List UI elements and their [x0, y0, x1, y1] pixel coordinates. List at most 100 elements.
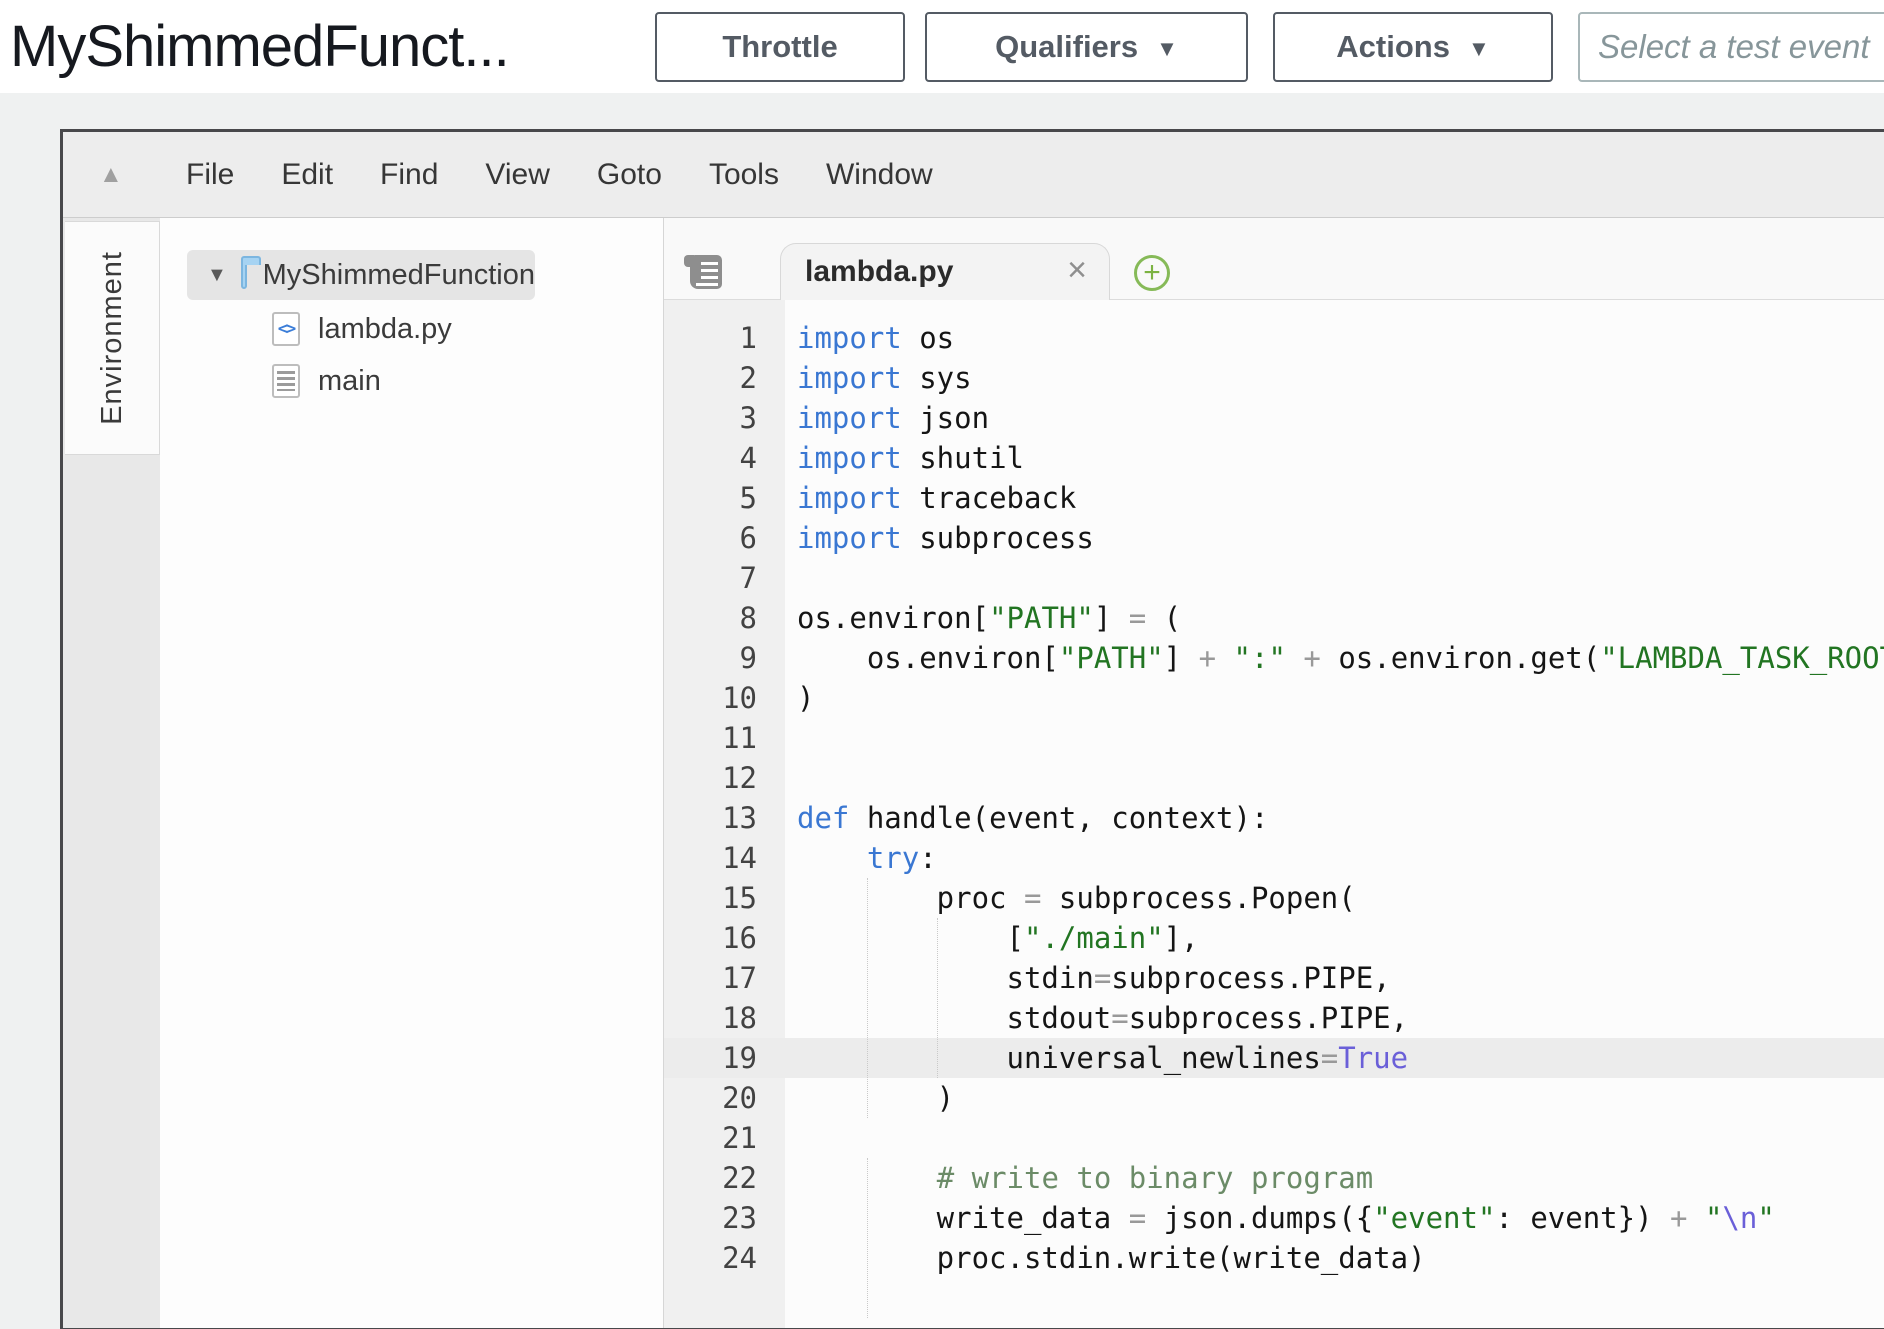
function-title: MyShimmedFunct... — [10, 0, 509, 93]
code-line: 6 import subprocess — [664, 518, 1884, 558]
actions-button[interactable]: Actions ▼ — [1273, 12, 1553, 82]
code-line: 22 # write to binary program — [664, 1158, 1884, 1198]
line-number[interactable]: 23 — [664, 1198, 757, 1238]
tree-item-label: lambda.py — [318, 313, 452, 346]
tab-list-icon[interactable] — [690, 255, 722, 289]
chevron-down-icon: ▼ — [1468, 36, 1490, 62]
qualifiers-button[interactable]: Qualifiers ▼ — [925, 12, 1248, 82]
line-content: # write to binary program — [797, 1158, 1373, 1198]
line-content: universal_newlines=True — [797, 1038, 1408, 1078]
menu-items: File Edit Find View Goto Tools Window — [63, 158, 933, 192]
menu-tools[interactable]: Tools — [709, 158, 779, 192]
function-header: MyShimmedFunct... Throttle Qualifiers ▼ … — [0, 0, 1884, 93]
code-line: 2 import sys — [664, 358, 1884, 398]
throttle-button[interactable]: Throttle — [655, 12, 905, 82]
menu-find[interactable]: Find — [380, 158, 438, 192]
indent-guide — [937, 918, 938, 1078]
ide-main-row: Environment ▼ MyShimmedFunction <> lambd… — [63, 218, 1884, 1328]
line-content: os.environ["PATH"] + ":" + os.environ.ge… — [797, 638, 1884, 678]
indent-guide — [867, 1158, 868, 1318]
tree-row-main[interactable]: main — [272, 358, 381, 404]
tree-row-lambda-py[interactable]: <> lambda.py — [272, 306, 452, 352]
code-file-icon: <> — [272, 312, 300, 346]
line-content: ) — [797, 1078, 954, 1118]
ide-window: ▲ File Edit Find View Goto Tools Window Enviro… — [60, 129, 1884, 1329]
expand-triangle-icon[interactable]: ▼ — [207, 264, 227, 287]
line-number[interactable]: 13 — [664, 798, 757, 838]
line-number[interactable]: 7 — [664, 558, 757, 598]
line-content: stdout=subprocess.PIPE, — [797, 998, 1408, 1038]
code-line: 23 write_data = json.dumps({"event": eve… — [664, 1198, 1884, 1238]
line-number[interactable]: 18 — [664, 998, 757, 1038]
test-event-select[interactable]: Select a test event — [1578, 12, 1884, 82]
menu-file[interactable]: File — [186, 158, 234, 192]
line-content: ["./main"], — [797, 918, 1199, 958]
code-line: 15 proc = subprocess.Popen( — [664, 878, 1884, 918]
editor-tab-strip: lambda.py × + — [664, 218, 1884, 300]
tab-label: lambda.py — [805, 244, 953, 299]
actions-button-label: Actions — [1336, 29, 1450, 65]
menu-view[interactable]: View — [485, 158, 549, 192]
code-line: 1import os — [664, 318, 1884, 358]
editor-pane: lambda.py × + 1import os2 import sys 3 impo… — [664, 218, 1884, 1328]
line-number[interactable]: 2 — [664, 358, 757, 398]
environment-tab-label: Environment — [96, 251, 129, 425]
line-content: def handle(event, context): — [797, 798, 1268, 838]
menu-window[interactable]: Window — [826, 158, 933, 192]
collapse-panel-icon[interactable]: ▲ — [99, 132, 123, 218]
line-content: write_data = json.dumps({"event": event}… — [797, 1198, 1775, 1238]
line-number[interactable]: 8 — [664, 598, 757, 638]
menu-edit[interactable]: Edit — [281, 158, 333, 192]
line-number[interactable]: 14 — [664, 838, 757, 878]
code-line: 14 try: — [664, 838, 1884, 878]
text-file-icon — [272, 364, 300, 398]
line-content: import subprocess — [797, 518, 1094, 558]
line-number[interactable]: 3 — [664, 398, 757, 438]
left-tab-strip: Environment — [63, 218, 160, 1328]
code-line: 9 os.environ["PATH"] + ":" + os.environ.… — [664, 638, 1884, 678]
code-line: 11 — [664, 718, 1884, 758]
throttle-button-label: Throttle — [722, 29, 837, 65]
code-line: 20 ) — [664, 1078, 1884, 1118]
code-line: 18 stdout=subprocess.PIPE, — [664, 998, 1884, 1038]
line-content: import json — [797, 398, 989, 438]
new-tab-button[interactable]: + — [1134, 255, 1170, 291]
line-number[interactable]: 4 — [664, 438, 757, 478]
code-line: 19 universal_newlines=True — [664, 1038, 1884, 1078]
line-number[interactable]: 22 — [664, 1158, 757, 1198]
menu-goto[interactable]: Goto — [597, 158, 662, 192]
line-number[interactable]: 16 — [664, 918, 757, 958]
line-number[interactable]: 19 — [664, 1038, 757, 1078]
code-line: 5 import traceback — [664, 478, 1884, 518]
environment-tab[interactable]: Environment — [65, 221, 160, 455]
code-line: 7 — [664, 558, 1884, 598]
code-line: 16 ["./main"], — [664, 918, 1884, 958]
line-content: import traceback — [797, 478, 1076, 518]
line-number[interactable]: 20 — [664, 1078, 757, 1118]
line-number[interactable]: 15 — [664, 878, 757, 918]
tab-lambda-py[interactable]: lambda.py × — [780, 243, 1110, 300]
line-number[interactable]: 12 — [664, 758, 757, 798]
line-number[interactable]: 10 — [664, 678, 757, 718]
line-content: import sys — [797, 358, 972, 398]
qualifiers-button-label: Qualifiers — [995, 29, 1138, 65]
code-editor[interactable]: 1import os2 import sys 3 import json 4 import… — [664, 300, 1884, 1328]
line-number[interactable]: 21 — [664, 1118, 757, 1158]
line-number[interactable]: 6 — [664, 518, 757, 558]
tree-item-label: main — [318, 365, 381, 398]
line-number[interactable]: 5 — [664, 478, 757, 518]
line-content: proc = subprocess.Popen( — [797, 878, 1356, 918]
line-number[interactable]: 1 — [664, 318, 757, 358]
line-number[interactable]: 17 — [664, 958, 757, 998]
code-line: 21 — [664, 1118, 1884, 1158]
line-number[interactable]: 9 — [664, 638, 757, 678]
line-number[interactable]: 11 — [664, 718, 757, 758]
code-line: 3 import json — [664, 398, 1884, 438]
tree-row-root-folder[interactable]: ▼ MyShimmedFunction — [187, 250, 535, 300]
indent-guide — [867, 878, 868, 1118]
code-line: 24 proc.stdin.write(write_data) — [664, 1238, 1884, 1278]
line-content: import shutil — [797, 438, 1024, 478]
close-icon[interactable]: × — [1067, 244, 1087, 299]
line-number[interactable]: 24 — [664, 1238, 757, 1278]
code-line: 17 stdin=subprocess.PIPE, — [664, 958, 1884, 998]
